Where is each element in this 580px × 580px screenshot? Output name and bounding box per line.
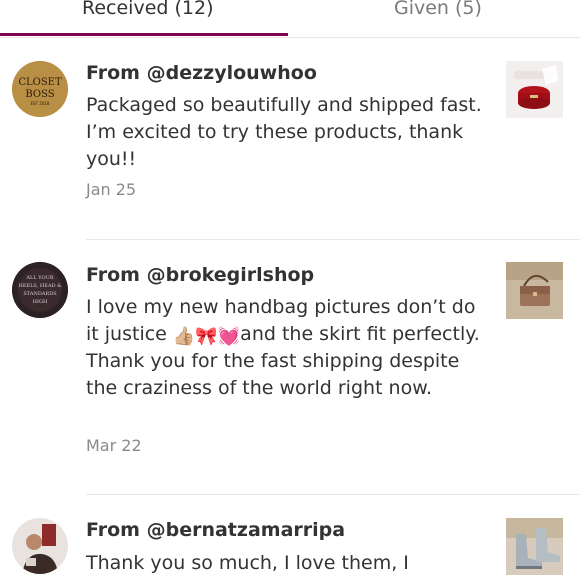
avatar[interactable]: ALL YOUR HEELS, HEAD & STANDARDS HIGH	[12, 262, 68, 318]
avatar-logo-line1: CLOSET	[18, 77, 62, 88]
review-tabs: Received (12) Given (5)	[0, 0, 580, 38]
review-date: Mar 22	[86, 436, 142, 455]
review-text: Packaged so beautifully and shipped fast…	[86, 94, 482, 170]
handbag-photo-icon	[506, 262, 563, 319]
quote-logo-icon: ALL YOUR HEELS, HEAD & STANDARDS HIGH	[12, 262, 68, 318]
review-thumbnail[interactable]	[506, 518, 563, 575]
review-from[interactable]: From @bernatzamarripa	[86, 518, 345, 542]
user-photo-icon	[12, 518, 68, 574]
divider	[86, 494, 580, 495]
review-from[interactable]: From @brokegirlshop	[86, 263, 314, 287]
boots-photo-icon	[506, 518, 563, 575]
divider	[86, 239, 580, 240]
avatar[interactable]	[12, 518, 68, 574]
closet-boss-logo-icon: CLOSET BOSS EST 2018	[12, 61, 68, 117]
avatar[interactable]: CLOSET BOSS EST 2018	[12, 61, 68, 117]
avatar-logo-line4: HIGH	[33, 299, 48, 305]
avatar-logo-line2: BOSS	[25, 89, 54, 100]
skincare-jar-photo-icon	[506, 61, 563, 118]
tab-given[interactable]: Given (5)	[394, 0, 482, 26]
avatar-logo-line3: EST 2018	[31, 101, 50, 106]
review-thumbnail[interactable]	[506, 61, 563, 118]
review-text: Thank you so much, I love them, I	[86, 552, 409, 574]
heart-icon: 💓	[217, 326, 241, 347]
active-tab-indicator	[0, 33, 288, 36]
thumbs-up-icon: 👍🏼	[172, 326, 196, 347]
review-date: Jan 25	[86, 180, 137, 199]
review-text: I love my new handbag pictures don’t do …	[86, 294, 490, 402]
avatar-logo-line3: STANDARDS	[23, 291, 57, 297]
avatar-logo-line2: HEELS, HEAD &	[18, 283, 62, 289]
review-thumbnail[interactable]	[506, 262, 563, 319]
ribbon-icon: 🎀	[195, 326, 218, 347]
avatar-logo-line1: ALL YOUR	[25, 275, 53, 281]
tab-received[interactable]: Received (12)	[82, 0, 214, 26]
review-from[interactable]: From @dezzylouwhoo	[86, 61, 317, 85]
